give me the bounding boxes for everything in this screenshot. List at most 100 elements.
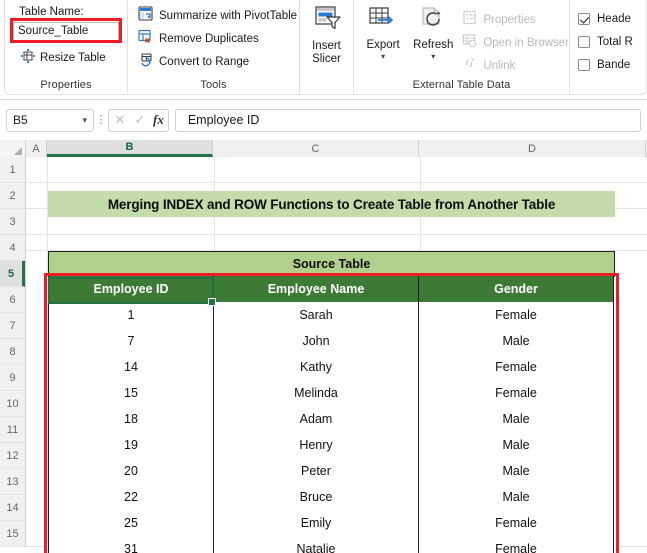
row-header-12[interactable]: 12 bbox=[0, 443, 25, 469]
row-header-4[interactable]: 4 bbox=[0, 235, 25, 261]
select-all-corner[interactable] bbox=[0, 140, 26, 157]
table-cell[interactable]: Female bbox=[418, 510, 614, 537]
table-row: 7 John Male bbox=[48, 328, 615, 355]
table-cell[interactable]: Female bbox=[418, 536, 614, 553]
table-cell[interactable]: Emily bbox=[213, 510, 419, 537]
table-title-cell: Source Table bbox=[48, 251, 615, 277]
table-cell[interactable]: Sarah bbox=[213, 302, 419, 329]
table-cell[interactable]: 18 bbox=[48, 406, 214, 433]
table-cell[interactable]: 15 bbox=[48, 380, 214, 407]
column-header-c[interactable]: C bbox=[213, 140, 419, 157]
summarize-with-pivottable-button[interactable]: Summarize with PivotTable bbox=[138, 5, 297, 26]
total-row-checkbox[interactable]: Total R bbox=[578, 30, 633, 53]
insert-function-icon[interactable]: fx bbox=[153, 112, 164, 128]
ribbon: Table Name: Source_Table Resize Table Pr… bbox=[0, 0, 647, 100]
banded-rows-label: Bande bbox=[597, 58, 631, 71]
ribbon-group-properties: Table Name: Source_Table Resize Table Pr… bbox=[5, 0, 127, 94]
open-in-browser-label: Open in Browser bbox=[483, 36, 569, 49]
table-cell[interactable]: Henry bbox=[213, 432, 419, 459]
table-cell[interactable]: 19 bbox=[48, 432, 214, 459]
table-cell[interactable]: John bbox=[213, 328, 419, 355]
table-cell[interactable]: Female bbox=[418, 354, 614, 381]
table-cell[interactable]: 7 bbox=[48, 328, 214, 355]
export-button[interactable]: Export ▾ bbox=[358, 6, 408, 61]
name-box[interactable]: B5 ▾ bbox=[6, 108, 94, 132]
header-row-checkbox[interactable]: Heade bbox=[578, 7, 631, 30]
sheet-cells[interactable]: Merging INDEX and ROW Functions to Creat… bbox=[26, 157, 647, 553]
table-cell[interactable]: Female bbox=[418, 380, 614, 407]
properties-group-label: Properties bbox=[40, 79, 92, 91]
row-header-10[interactable]: 10 bbox=[0, 391, 25, 417]
table-cell[interactable]: Male bbox=[418, 484, 614, 511]
column-header-a[interactable]: A bbox=[26, 140, 47, 157]
row-header-14[interactable]: 14 bbox=[0, 495, 25, 521]
table-cell[interactable]: 22 bbox=[48, 484, 214, 511]
row-header-15[interactable]: 15 bbox=[0, 521, 25, 547]
table-cell[interactable]: Kathy bbox=[213, 354, 419, 381]
convert-to-range-button[interactable]: Convert to Range bbox=[138, 51, 249, 72]
column-header-d[interactable]: D bbox=[419, 140, 646, 157]
table-cell[interactable]: Male bbox=[418, 406, 614, 433]
checkbox-checked-icon bbox=[578, 12, 590, 25]
table-cell[interactable]: 25 bbox=[48, 510, 214, 537]
table-cell[interactable]: Natalie bbox=[213, 536, 419, 553]
spreadsheet-grid: A B C D 1 2 3 4 5 6 7 8 9 10 11 12 13 14… bbox=[0, 140, 647, 553]
table-name-input[interactable] bbox=[13, 21, 119, 41]
remove-duplicates-icon bbox=[138, 29, 153, 49]
table-cell[interactable]: 31 bbox=[48, 536, 214, 553]
formula-bar-more-icon[interactable]: ⋮ bbox=[94, 115, 108, 126]
table-row: 22 Bruce Male bbox=[48, 484, 615, 511]
convert-to-range-icon bbox=[138, 52, 153, 72]
formula-input[interactable]: Employee ID bbox=[174, 108, 641, 132]
chevron-down-icon[interactable]: ▾ bbox=[381, 53, 385, 61]
cancel-icon[interactable]: ✕ bbox=[113, 112, 127, 128]
table-cell[interactable]: Male bbox=[418, 458, 614, 485]
table-cell[interactable]: 14 bbox=[48, 354, 214, 381]
tools-group-label: Tools bbox=[200, 79, 227, 91]
row-header-9[interactable]: 9 bbox=[0, 365, 25, 391]
row-header-3[interactable]: 3 bbox=[0, 209, 25, 235]
row-header-11[interactable]: 11 bbox=[0, 417, 25, 443]
row-header-5[interactable]: 5 bbox=[0, 261, 25, 287]
row-header-2[interactable]: 2 bbox=[0, 183, 25, 209]
open-in-browser-icon bbox=[462, 33, 477, 53]
row-headers: 1 2 3 4 5 6 7 8 9 10 11 12 13 14 15 bbox=[0, 157, 26, 547]
row-header-6[interactable]: 6 bbox=[0, 287, 25, 313]
chevron-down-icon[interactable]: ▾ bbox=[431, 53, 435, 61]
export-label: Export bbox=[366, 39, 400, 51]
resize-table-button[interactable]: Resize Table bbox=[21, 48, 106, 68]
checkbox-unchecked-icon bbox=[578, 58, 590, 71]
table-cell[interactable]: Male bbox=[418, 328, 614, 355]
column-header-employee-name[interactable]: Employee Name bbox=[213, 276, 419, 303]
chevron-down-icon[interactable]: ▾ bbox=[82, 115, 87, 126]
insert-slicer-icon bbox=[312, 6, 342, 38]
formula-bar: B5 ▾ ⋮ ✕ ✓ fx Employee ID bbox=[0, 100, 647, 140]
column-header-gender[interactable]: Gender bbox=[418, 276, 614, 303]
table-row: 14 Kathy Female bbox=[48, 354, 615, 381]
row-header-8[interactable]: 8 bbox=[0, 339, 25, 365]
table-cell[interactable]: Male bbox=[418, 432, 614, 459]
table-cell[interactable]: Peter bbox=[213, 458, 419, 485]
enter-icon[interactable]: ✓ bbox=[133, 112, 147, 128]
name-box-value: B5 bbox=[13, 113, 28, 127]
table-cell[interactable]: Melinda bbox=[213, 380, 419, 407]
table-cell[interactable]: Bruce bbox=[213, 484, 419, 511]
row-header-7[interactable]: 7 bbox=[0, 313, 25, 339]
unlink-label: Unlink bbox=[483, 59, 516, 72]
header-row-label: Heade bbox=[597, 12, 631, 25]
insert-slicer-button[interactable]: Insert Slicer bbox=[301, 6, 353, 66]
open-in-browser-button: Open in Browser bbox=[462, 31, 569, 54]
column-header-employee-id[interactable]: Employee ID bbox=[48, 276, 214, 303]
banded-rows-checkbox[interactable]: Bande bbox=[578, 53, 630, 76]
row-header-13[interactable]: 13 bbox=[0, 469, 25, 495]
column-header-b[interactable]: B bbox=[47, 140, 213, 157]
ribbon-group-insert-slicer: Insert Slicer bbox=[299, 0, 353, 94]
remove-duplicates-button[interactable]: Remove Duplicates bbox=[138, 28, 259, 49]
table-cell[interactable]: Adam bbox=[213, 406, 419, 433]
table-cell[interactable]: 1 bbox=[48, 302, 214, 329]
table-row: 20 Peter Male bbox=[48, 458, 615, 485]
table-cell[interactable]: Female bbox=[418, 302, 614, 329]
table-cell[interactable]: 20 bbox=[48, 458, 214, 485]
row-header-1[interactable]: 1 bbox=[0, 157, 25, 183]
refresh-button[interactable]: Refresh ▾ bbox=[408, 6, 458, 61]
